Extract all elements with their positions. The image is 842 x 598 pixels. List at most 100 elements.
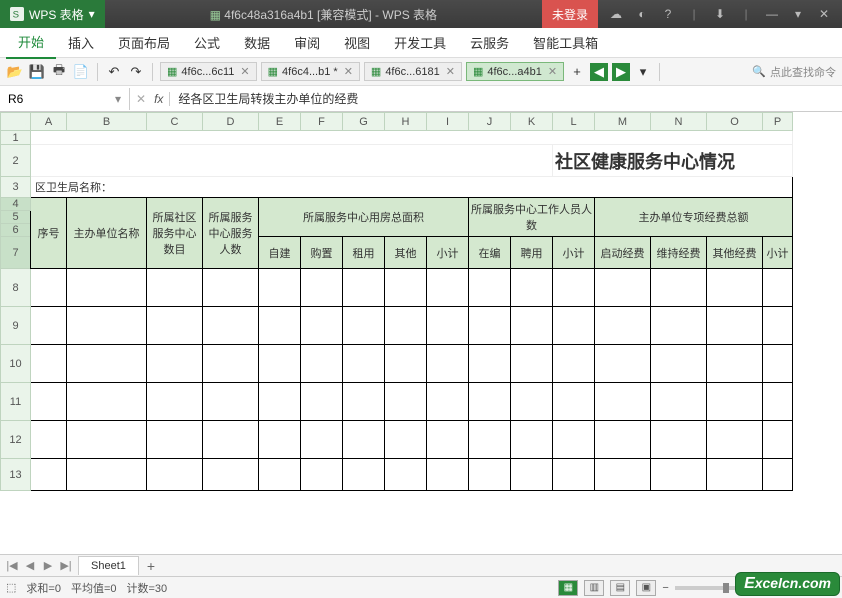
redo-icon[interactable]: ↷ [127,63,145,81]
col-header[interactable]: M [595,113,651,131]
doc-tab-4[interactable]: ▦4f6c...a4b1✕ [466,62,564,81]
cell-district-label[interactable]: 区卫生局名称： [31,177,793,198]
namebox-dropdown-icon[interactable]: ▾ [115,92,121,106]
formula-input[interactable]: 经各区卫生局转拨主办单位的经费 [170,86,842,111]
row-header[interactable]: 2 [1,145,31,177]
tab-list-icon[interactable]: ▾ [634,63,652,81]
preview-icon[interactable]: 📄 [72,63,90,81]
tab-prev-icon[interactable]: ◀ [590,63,608,81]
col-header[interactable]: N [651,113,707,131]
open-icon[interactable]: 📂 [6,63,24,81]
row-header[interactable]: 13 [1,459,31,491]
sub-zijian[interactable]: 自建 [259,237,301,269]
tab-close-icon[interactable]: ✕ [546,65,559,78]
row-header[interactable]: 8 [1,269,31,307]
row-header[interactable]: 1 [1,131,31,145]
sub-weichi[interactable]: 维持经费 [651,237,707,269]
sheet-nav-next-icon[interactable]: ▶ [40,559,56,572]
sub-xiaoji[interactable]: 小计 [427,237,469,269]
minimize-icon[interactable]: — [764,7,780,21]
view-full-icon[interactable]: ▣ [636,580,656,596]
col-header[interactable]: A [31,113,67,131]
help-icon[interactable]: ? [660,7,676,21]
app-logo[interactable]: S WPS 表格 ▾ [0,0,105,28]
print-icon[interactable]: 🖶 [50,63,68,81]
menu-view[interactable]: 视图 [332,27,382,58]
col-header[interactable]: K [511,113,553,131]
row-header[interactable]: 11 [1,383,31,421]
undo-icon[interactable]: ↶ [105,63,123,81]
tab-close-icon[interactable]: ✕ [238,65,251,78]
skin-icon[interactable]: ◐ [634,7,650,21]
sub-qidong[interactable]: 启动经费 [595,237,651,269]
app-dropdown-icon[interactable]: ▾ [89,7,95,21]
sub-xiaoji2[interactable]: 小计 [553,237,595,269]
menu-formula[interactable]: 公式 [182,27,232,58]
cloud-icon[interactable]: ☁ [608,7,624,21]
sheet-nav-last-icon[interactable]: ▶| [58,559,74,572]
col-header[interactable]: B [67,113,147,131]
view-normal-icon[interactable]: ▦ [558,580,578,596]
tab-close-icon[interactable]: ✕ [342,65,355,78]
sheet-nav-prev-icon[interactable]: ◀ [22,559,38,572]
row-header[interactable]: 5 [1,211,31,224]
doc-tab-3[interactable]: ▦4f6c...6181✕ [364,62,462,81]
col-header[interactable]: P [763,113,793,131]
formula-cancel-icon[interactable]: ✕ [136,92,146,106]
header-centers[interactable]: 所属社区服务中心数目 [147,198,203,269]
fx-icon[interactable]: fx [154,92,163,106]
header-persons[interactable]: 所属服务中心服务人数 [203,198,259,269]
menu-cloud[interactable]: 云服务 [458,27,521,58]
sub-zuyong[interactable]: 租用 [343,237,385,269]
sub-qita[interactable]: 其他 [385,237,427,269]
col-header[interactable]: F [301,113,343,131]
command-search[interactable]: 🔍 点此查找命令 [752,64,836,80]
menu-start[interactable]: 开始 [6,26,56,59]
col-header[interactable]: E [259,113,301,131]
sub-gouzhi[interactable]: 购置 [301,237,343,269]
spreadsheet-grid[interactable]: A B C D E F G H I J K L M N O P 1 2社区健康服… [0,112,842,554]
menu-smart[interactable]: 智能工具箱 [521,27,610,58]
menu-review[interactable]: 审阅 [282,27,332,58]
doc-tab-2[interactable]: ▦4f6c4...b1 *✕ [261,62,360,81]
name-box[interactable]: ▾ [0,88,130,110]
zoom-out-icon[interactable]: − [662,582,668,594]
sub-qitajf[interactable]: 其他经费 [707,237,763,269]
options-icon[interactable]: ▾ [790,7,806,21]
new-tab-icon[interactable]: + [568,63,586,81]
row-header[interactable]: 7 [1,237,31,269]
row-header[interactable]: 4 [1,198,31,211]
view-break-icon[interactable]: ▤ [610,580,630,596]
save-icon[interactable]: 💾 [28,63,46,81]
col-header[interactable]: L [553,113,595,131]
sheet-tab[interactable]: Sheet1 [78,556,139,575]
tab-next-icon[interactable]: ▶ [612,63,630,81]
col-header[interactable]: D [203,113,259,131]
sub-pinyong[interactable]: 聘用 [511,237,553,269]
menu-data[interactable]: 数据 [232,27,282,58]
download-icon[interactable]: ⬇ [712,7,728,21]
header-seq[interactable]: 序号 [31,198,67,269]
header-staff[interactable]: 所属服务中心工作人员人数 [469,198,595,237]
row-header[interactable]: 10 [1,345,31,383]
menu-insert[interactable]: 插入 [56,27,106,58]
row-header[interactable]: 3 [1,177,31,198]
menu-layout[interactable]: 页面布局 [106,27,182,58]
sheet-nav-first-icon[interactable]: |◀ [4,559,20,572]
doc-tab-1[interactable]: ▦4f6c...6c11✕ [160,62,257,81]
col-header[interactable]: H [385,113,427,131]
header-unit[interactable]: 主办单位名称 [67,198,147,269]
col-header[interactable]: I [427,113,469,131]
sub-xiaoji3[interactable]: 小计 [763,237,793,269]
login-status[interactable]: 未登录 [542,0,598,28]
close-window-icon[interactable]: ✕ [816,7,832,21]
add-sheet-icon[interactable]: + [139,555,163,577]
sub-zaibian[interactable]: 在编 [469,237,511,269]
row-header[interactable]: 12 [1,421,31,459]
menu-dev[interactable]: 开发工具 [382,27,458,58]
col-header[interactable]: G [343,113,385,131]
header-area[interactable]: 所属服务中心用房总面积 [259,198,469,237]
row-header[interactable]: 6 [1,224,31,237]
tab-close-icon[interactable]: ✕ [444,65,457,78]
header-fund[interactable]: 主办单位专项经费总额 [595,198,793,237]
